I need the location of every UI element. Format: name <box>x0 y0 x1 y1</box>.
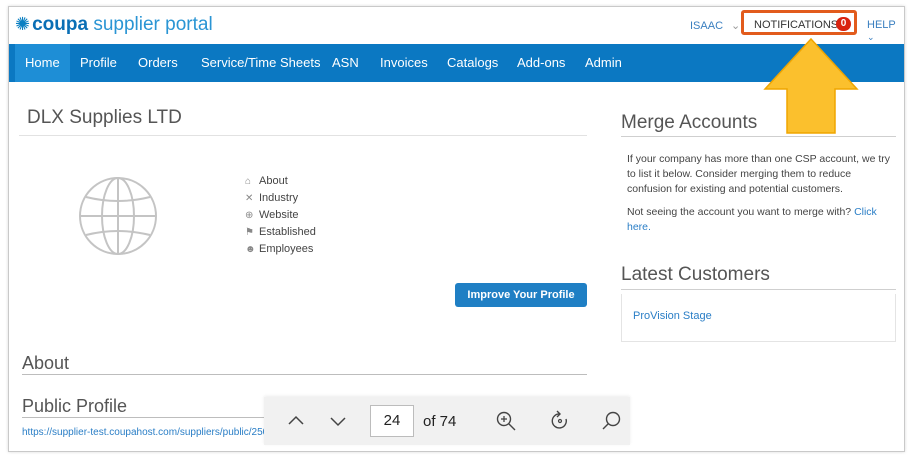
up-arrow-icon <box>763 37 859 134</box>
previous-page-button[interactable] <box>282 407 310 435</box>
nav-label: Catalogs <box>447 55 499 70</box>
public-profile-link[interactable]: https://supplier-test.coupahost.com/supp… <box>22 427 279 438</box>
zoom-in-button[interactable] <box>492 407 520 435</box>
nav-item-add-ons[interactable]: Add-ons <box>507 44 575 82</box>
nav-label: Home <box>25 55 60 70</box>
nav-item-catalogs[interactable]: Catalogs <box>437 44 508 82</box>
latest-customers-heading: Latest Customers <box>621 264 770 285</box>
field-established: ⚑ Established <box>245 224 316 241</box>
about-heading: About <box>22 353 70 373</box>
field-label: Industry <box>259 192 299 204</box>
next-page-button[interactable] <box>324 407 352 435</box>
merge-accounts-text: If your company has more than one CSP ac… <box>627 152 895 243</box>
customer-link[interactable]: ProVision Stage <box>633 310 712 322</box>
merge-help: Not seeing the account you want to merge… <box>627 205 895 235</box>
user-name: ISAAC <box>690 20 724 32</box>
help-menu[interactable]: HELP ⌄ <box>867 19 904 43</box>
flag-icon: ⚑ <box>245 227 254 238</box>
search-button[interactable] <box>598 407 626 435</box>
improve-profile-button[interactable]: Improve Your Profile <box>455 283 587 307</box>
rotate-button[interactable] <box>546 407 574 435</box>
logo-rest: supplier portal <box>88 14 213 35</box>
search-icon <box>602 411 621 430</box>
notifications-badge: 0 <box>836 17 851 31</box>
divider <box>621 289 896 290</box>
field-website: ⊕ Website <box>245 207 316 224</box>
public-profile-heading: Public Profile <box>22 396 128 416</box>
chevron-down-icon: ⌄ <box>867 32 875 42</box>
coupa-logo[interactable]: ✺ coupa supplier portal <box>15 12 213 37</box>
globe-icon: ⊕ <box>245 210 254 221</box>
field-label: Website <box>259 209 299 221</box>
company-name: DLX Supplies LTD <box>27 107 182 128</box>
zoom-in-icon <box>496 411 516 431</box>
chevron-down-icon: ⌄ <box>731 20 741 32</box>
divider <box>22 374 587 375</box>
help-label: HELP <box>867 19 896 31</box>
coupa-logo-icon: ✺ <box>15 14 31 34</box>
nav-item-home[interactable]: Home <box>15 44 70 82</box>
nav-item-admin[interactable]: Admin <box>575 44 632 82</box>
nav-item-service-time-sheets[interactable]: Service/Time Sheets <box>191 44 330 82</box>
nav-item-orders[interactable]: Orders <box>128 44 188 82</box>
user-menu[interactable]: ISAAC ⌄ <box>690 19 740 32</box>
field-label: Employees <box>259 243 314 255</box>
field-employees: ☻ Employees <box>245 241 316 258</box>
nav-label: ASN <box>332 55 359 70</box>
globe-icon <box>79 177 157 255</box>
merge-description: If your company has more than one CSP ac… <box>627 153 891 195</box>
nav-label: Service/Time Sheets <box>201 55 321 70</box>
chevron-down-icon <box>330 417 346 427</box>
tools-icon: ✕ <box>245 193 254 204</box>
nav-label: Profile <box>80 55 117 70</box>
nav-item-invoices[interactable]: Invoices <box>370 44 438 82</box>
field-label: About <box>259 175 288 187</box>
rotate-icon <box>551 410 567 429</box>
field-industry: ✕ Industry <box>245 190 316 207</box>
field-about: ⌂ About <box>245 173 316 190</box>
merge-accounts-heading: Merge Accounts <box>621 112 758 133</box>
chevron-up-icon <box>288 415 304 425</box>
pdf-toolbar: 24 of 74 <box>264 397 630 445</box>
field-label: Established <box>259 226 316 238</box>
nav-label: Admin <box>585 55 622 70</box>
nav-label: Add-ons <box>517 55 566 70</box>
divider <box>19 135 587 136</box>
page-number-input[interactable]: 24 <box>370 405 414 437</box>
logo-brand: coupa <box>32 14 89 35</box>
home-icon: ⌂ <box>245 176 252 187</box>
merge-help-text: Not seeing the account you want to merge… <box>627 206 852 218</box>
page-count: of 74 <box>423 413 457 430</box>
nav-item-profile[interactable]: Profile <box>70 44 127 82</box>
people-icon: ☻ <box>245 244 256 255</box>
profile-fields: ⌂ About ✕ Industry ⊕ Website ⚑ Established ☻… <box>245 173 316 258</box>
nav-item-asn[interactable]: ASN <box>322 44 369 82</box>
notifications-link[interactable]: NOTIFICATIONS <box>754 19 838 31</box>
app-window: ✺ coupa supplier portal ISAAC ⌄ NOTIFICATI… <box>8 6 905 452</box>
nav-label: Orders <box>138 55 178 70</box>
nav-label: Invoices <box>380 55 428 70</box>
